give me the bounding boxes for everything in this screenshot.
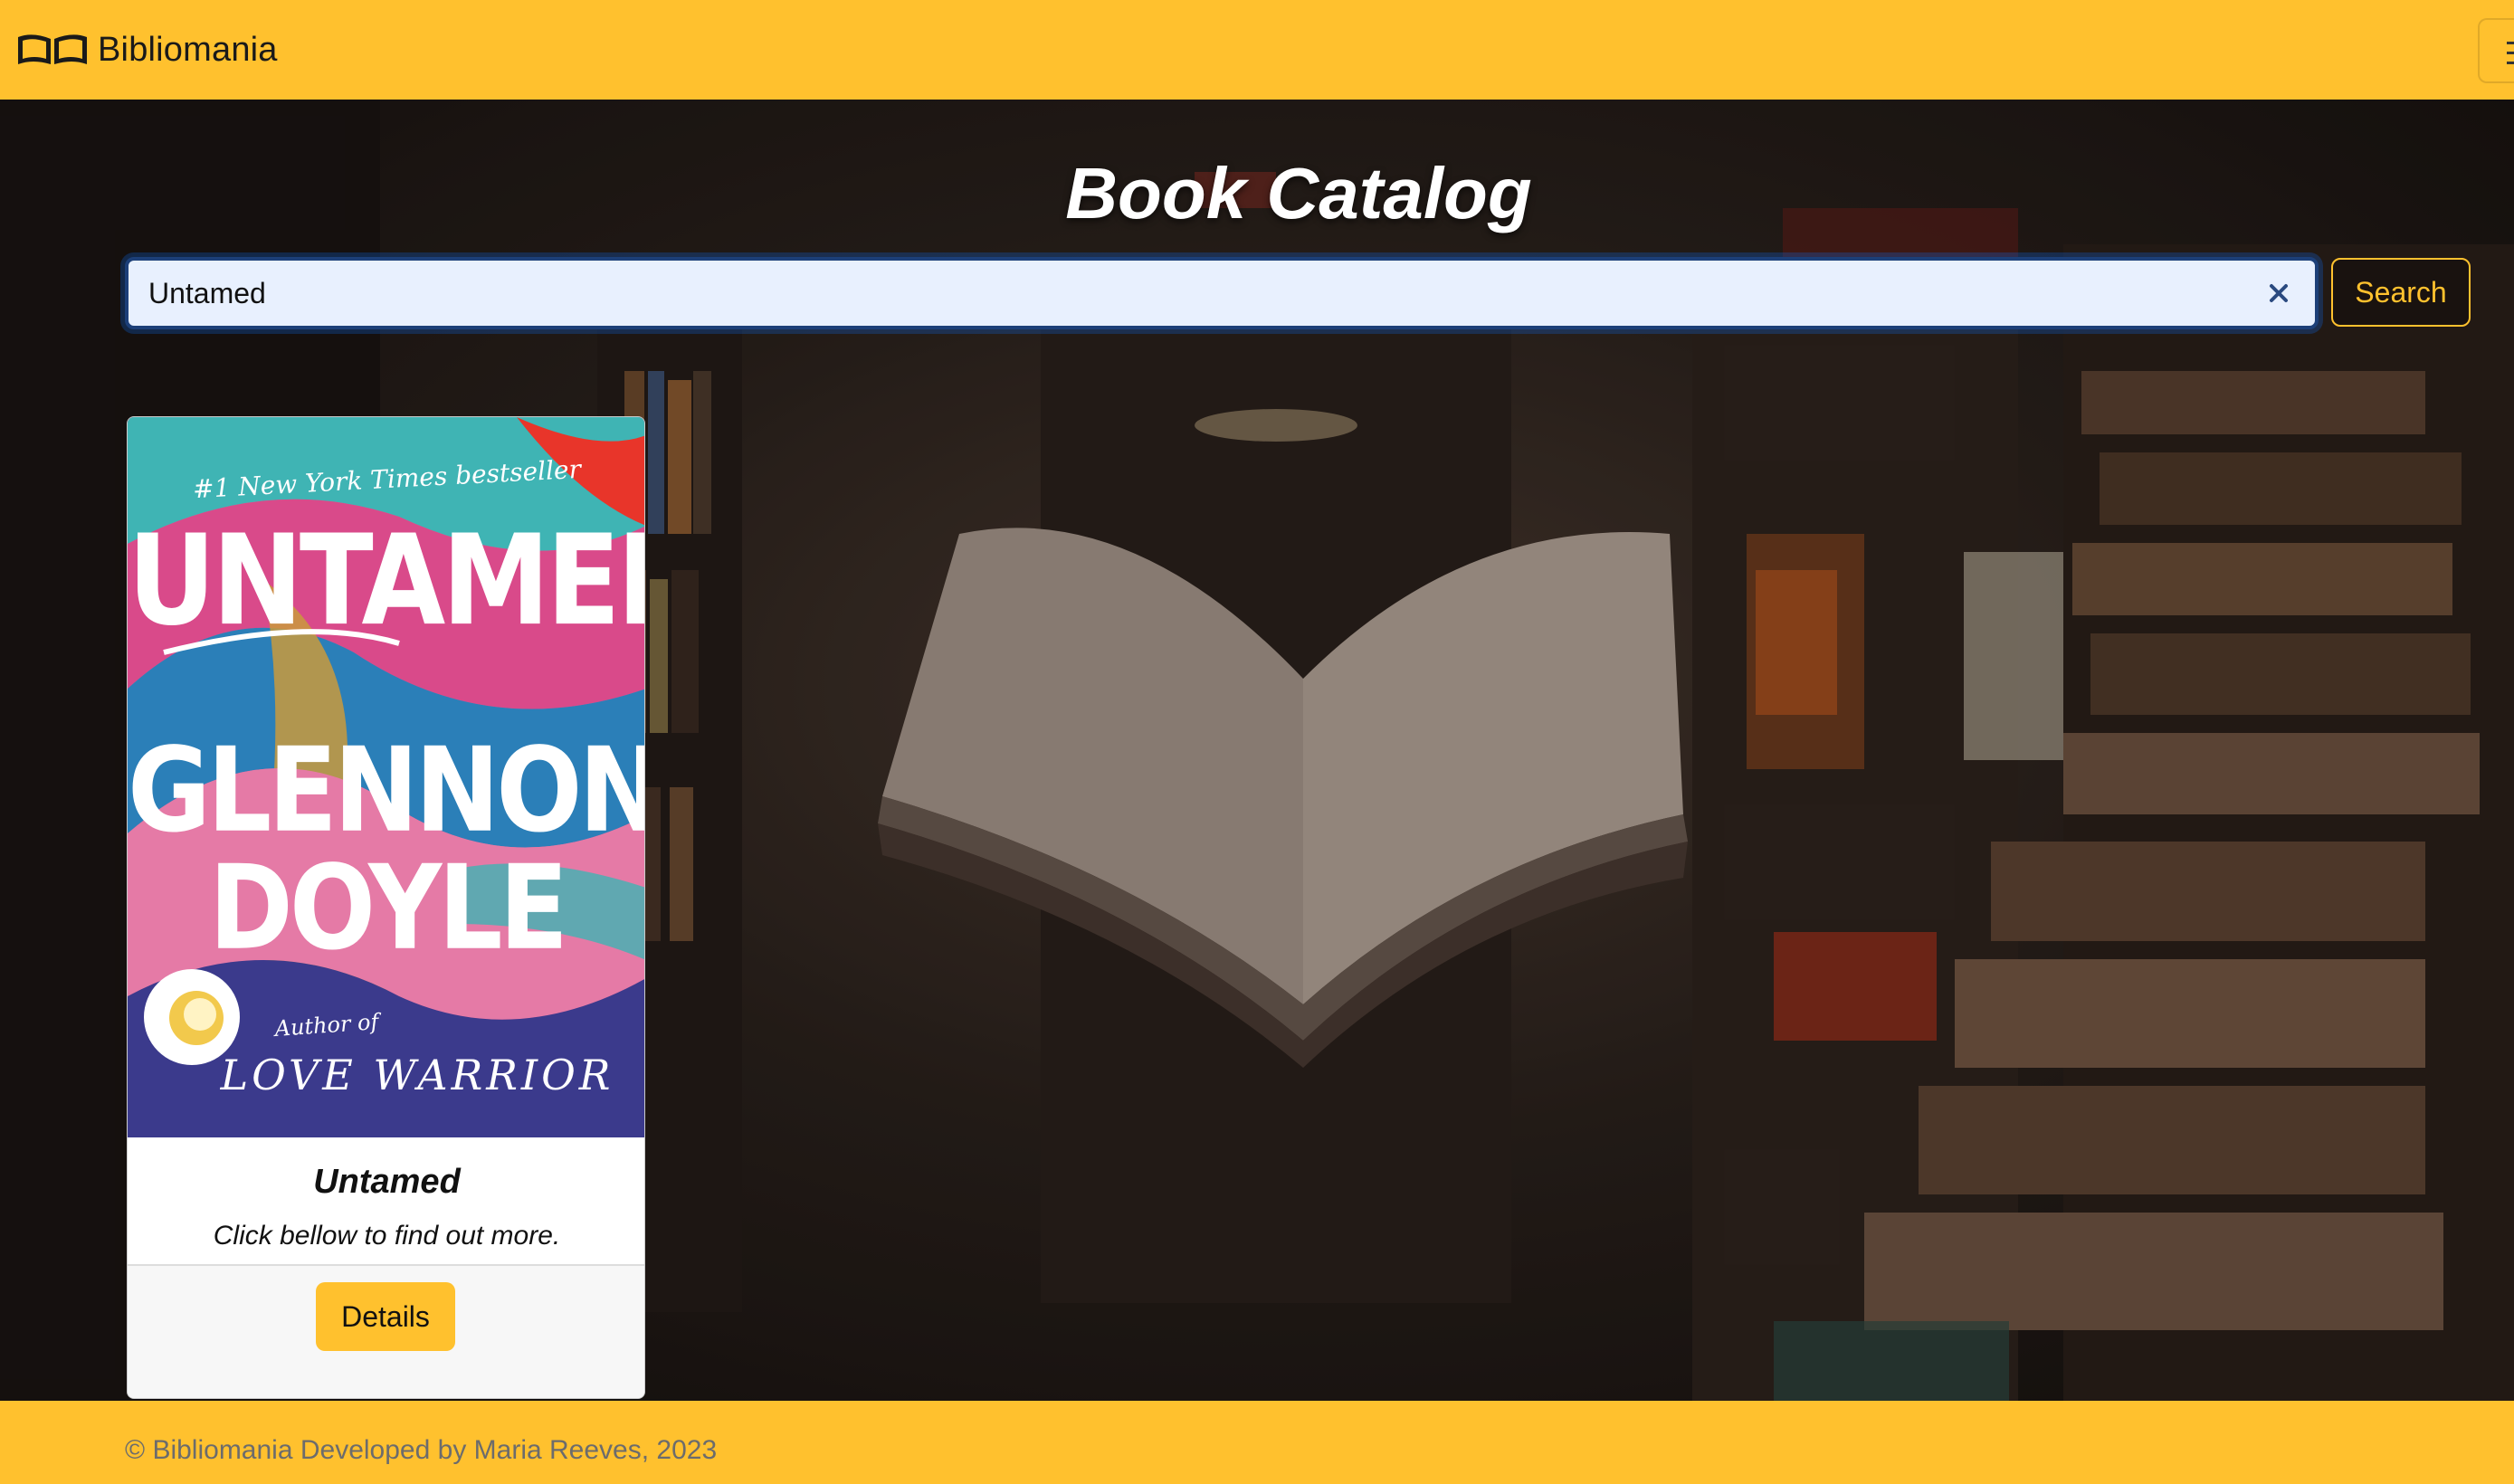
- open-book-icon: [18, 34, 87, 64]
- book-club-badge: [144, 969, 240, 1065]
- book-title: Untamed: [313, 1163, 461, 1201]
- book-cover-image: #1 New York Times bestseller UNTAMED GLE…: [128, 417, 645, 1137]
- hero-section: Book Catalog Search #1 New York Times be…: [0, 100, 2514, 1401]
- search-field[interactable]: [125, 257, 2319, 329]
- brand-link[interactable]: Bibliomania: [16, 31, 278, 70]
- book-club-sun-icon: [169, 991, 224, 1045]
- search-button[interactable]: Search: [2331, 258, 2471, 327]
- book-card: #1 New York Times bestseller UNTAMED GLE…: [127, 416, 645, 1399]
- brand-name: Bibliomania: [98, 30, 278, 69]
- navbar-toggle-button[interactable]: [2478, 18, 2514, 83]
- card-body: Untamed Click bellow to find out more.: [128, 1137, 644, 1264]
- cover-subline-book: LOVE WARRIOR: [220, 1051, 614, 1099]
- footer: © Bibliomania Developed by Maria Reeves,…: [0, 1401, 2514, 1484]
- details-button[interactable]: Details: [316, 1282, 455, 1351]
- footer-copyright: © Bibliomania Developed by Maria Reeves,…: [125, 1435, 718, 1465]
- cover-author-last: DOYLE: [208, 841, 568, 976]
- navbar: Bibliomania: [0, 0, 2514, 100]
- card-footer: Details: [128, 1264, 644, 1398]
- close-icon[interactable]: [2268, 282, 2290, 304]
- hamburger-menu-icon: [2507, 42, 2514, 65]
- page-title: Book Catalog: [1065, 153, 1532, 233]
- search-input[interactable]: [129, 261, 2315, 326]
- book-description: Click bellow to find out more.: [213, 1221, 561, 1251]
- cover-author-first: GLENNON: [128, 723, 645, 859]
- cover-title: UNTAMED: [128, 509, 644, 654]
